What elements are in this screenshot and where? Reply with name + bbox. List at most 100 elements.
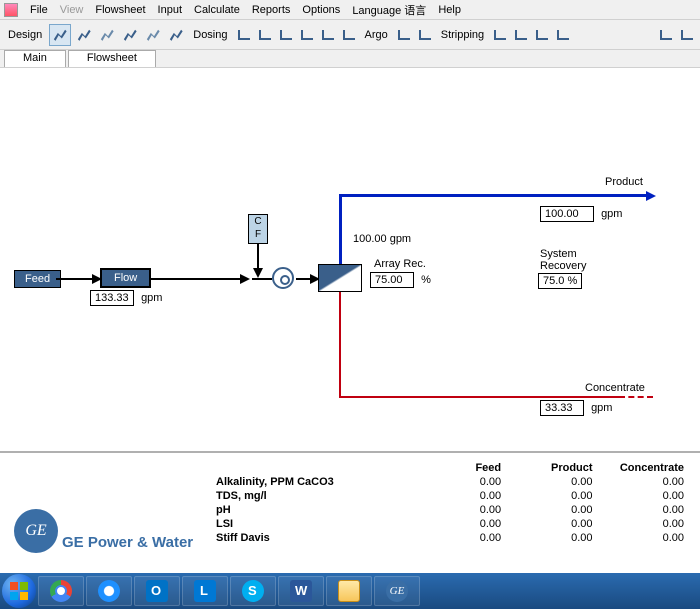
tool-dosing[interactable]: Dosing	[189, 24, 231, 46]
menu-language[interactable]: Language 语言	[352, 2, 426, 18]
array-rec-label: Array Rec.	[374, 258, 426, 270]
concentrate-input[interactable]: 33.33	[540, 400, 584, 416]
tab-main[interactable]: Main	[4, 50, 66, 67]
pipe-icon	[301, 30, 313, 40]
menu-input[interactable]: Input	[158, 4, 182, 16]
pipe-icon	[536, 30, 548, 40]
cell-value: 0.00	[416, 531, 507, 545]
task-lync[interactable]	[182, 576, 228, 606]
menu-help[interactable]: Help	[438, 4, 461, 16]
tool-stage-5[interactable]	[166, 24, 186, 46]
col-feed: Feed	[416, 461, 507, 475]
product-input[interactable]: 100.00	[540, 206, 594, 222]
tool-stripping-4[interactable]	[554, 24, 572, 46]
table-row: pH 0.00 0.00 0.00	[210, 503, 690, 517]
stage-icon	[76, 27, 92, 43]
pump-icon[interactable]	[272, 267, 294, 289]
tool-dosing-3[interactable]	[277, 24, 295, 46]
tool-stripping-3[interactable]	[533, 24, 551, 46]
outlook-icon	[146, 580, 168, 602]
tool-stage-2[interactable]	[97, 24, 117, 46]
concentrate-label: Concentrate	[585, 382, 645, 394]
membrane-icon[interactable]	[318, 264, 362, 292]
tool-dosing-6[interactable]	[340, 24, 358, 46]
menu-flowsheet[interactable]: Flowsheet	[95, 4, 145, 16]
tool-stage-4[interactable]	[143, 24, 163, 46]
tool-stage-3[interactable]	[120, 24, 140, 46]
flow-line	[150, 278, 246, 280]
menu-calculate[interactable]: Calculate	[194, 4, 240, 16]
row-label: Stiff Davis	[210, 531, 416, 545]
membrane-feed-label: 100.00 gpm	[353, 233, 411, 245]
cf-label-f: F	[249, 228, 267, 241]
table-row: TDS, mg/l 0.00 0.00 0.00	[210, 489, 690, 503]
pipe-icon	[322, 30, 334, 40]
app-icon	[4, 3, 18, 17]
task-ie[interactable]	[86, 576, 132, 606]
product-label: Product	[605, 176, 643, 188]
chrome-icon	[50, 580, 72, 602]
tool-extra-2[interactable]	[678, 24, 696, 46]
pipe-icon	[238, 30, 250, 40]
tool-argo-1[interactable]	[395, 24, 413, 46]
array-rec-input[interactable]: 75.00	[370, 272, 414, 288]
task-chrome[interactable]	[38, 576, 84, 606]
product-line-h	[339, 194, 649, 197]
flow-value-group: 133.33 gpm	[90, 290, 162, 306]
cell-value: 0.00	[507, 475, 598, 489]
product-line-v	[339, 194, 342, 264]
tool-stripping-1[interactable]	[491, 24, 509, 46]
menu-reports[interactable]: Reports	[252, 4, 291, 16]
pipe-icon	[280, 30, 292, 40]
pipe-icon	[419, 30, 431, 40]
cf-arrow-icon	[253, 268, 263, 278]
system-recovery-input[interactable]: 75.0 %	[538, 273, 582, 289]
pipe-icon	[398, 30, 410, 40]
tool-extra-1[interactable]	[657, 24, 675, 46]
tool-selected-icon[interactable]	[49, 24, 71, 46]
explorer-icon	[338, 580, 360, 602]
tool-dosing-4[interactable]	[298, 24, 316, 46]
product-arrow-icon	[646, 191, 656, 201]
cell-value: 0.00	[599, 489, 690, 503]
flow-input[interactable]: 133.33	[90, 290, 134, 306]
ie-icon	[98, 580, 120, 602]
cf-block[interactable]: C F	[248, 214, 268, 244]
task-word[interactable]	[278, 576, 324, 606]
ge-brand-text: GE Power & Water	[62, 534, 193, 551]
stage-icon	[52, 27, 68, 43]
product-unit: gpm	[601, 208, 622, 220]
tool-dosing-2[interactable]	[256, 24, 274, 46]
flow-block[interactable]: Flow	[100, 268, 151, 288]
task-ge-app[interactable]: GE	[374, 576, 420, 606]
tool-dosing-5[interactable]	[319, 24, 337, 46]
lync-icon	[194, 580, 216, 602]
flowsheet-canvas[interactable]: Feed Flow 133.33 gpm C F 100.00 gpm Arra…	[0, 68, 700, 453]
task-skype[interactable]	[230, 576, 276, 606]
tab-flowsheet[interactable]: Flowsheet	[68, 50, 156, 67]
feed-block[interactable]: Feed	[14, 270, 61, 288]
conc-line-dashed	[619, 396, 653, 398]
tool-stripping-2[interactable]	[512, 24, 530, 46]
menu-options[interactable]: Options	[302, 4, 340, 16]
pipe-icon	[681, 30, 693, 40]
taskbar: GE	[0, 573, 700, 609]
start-button[interactable]	[2, 574, 36, 608]
system-recovery-label-1: System	[540, 248, 577, 260]
array-rec-unit: %	[421, 274, 431, 286]
summary-panel: GE GE Power & Water Feed Product Concent…	[0, 453, 700, 561]
tool-argo-2[interactable]	[416, 24, 434, 46]
concentrate-unit: gpm	[591, 402, 612, 414]
tool-dosing-1[interactable]	[235, 24, 253, 46]
cell-value: 0.00	[599, 531, 690, 545]
pipe-icon	[515, 30, 527, 40]
tool-design[interactable]: Design	[4, 24, 46, 46]
tool-argo[interactable]: Argo	[361, 24, 392, 46]
task-outlook[interactable]	[134, 576, 180, 606]
pipe-icon	[494, 30, 506, 40]
tool-stage-1[interactable]	[74, 24, 94, 46]
menu-file[interactable]: File	[30, 4, 48, 16]
task-explorer[interactable]	[326, 576, 372, 606]
tool-stripping[interactable]: Stripping	[437, 24, 488, 46]
junction-line	[252, 278, 272, 280]
